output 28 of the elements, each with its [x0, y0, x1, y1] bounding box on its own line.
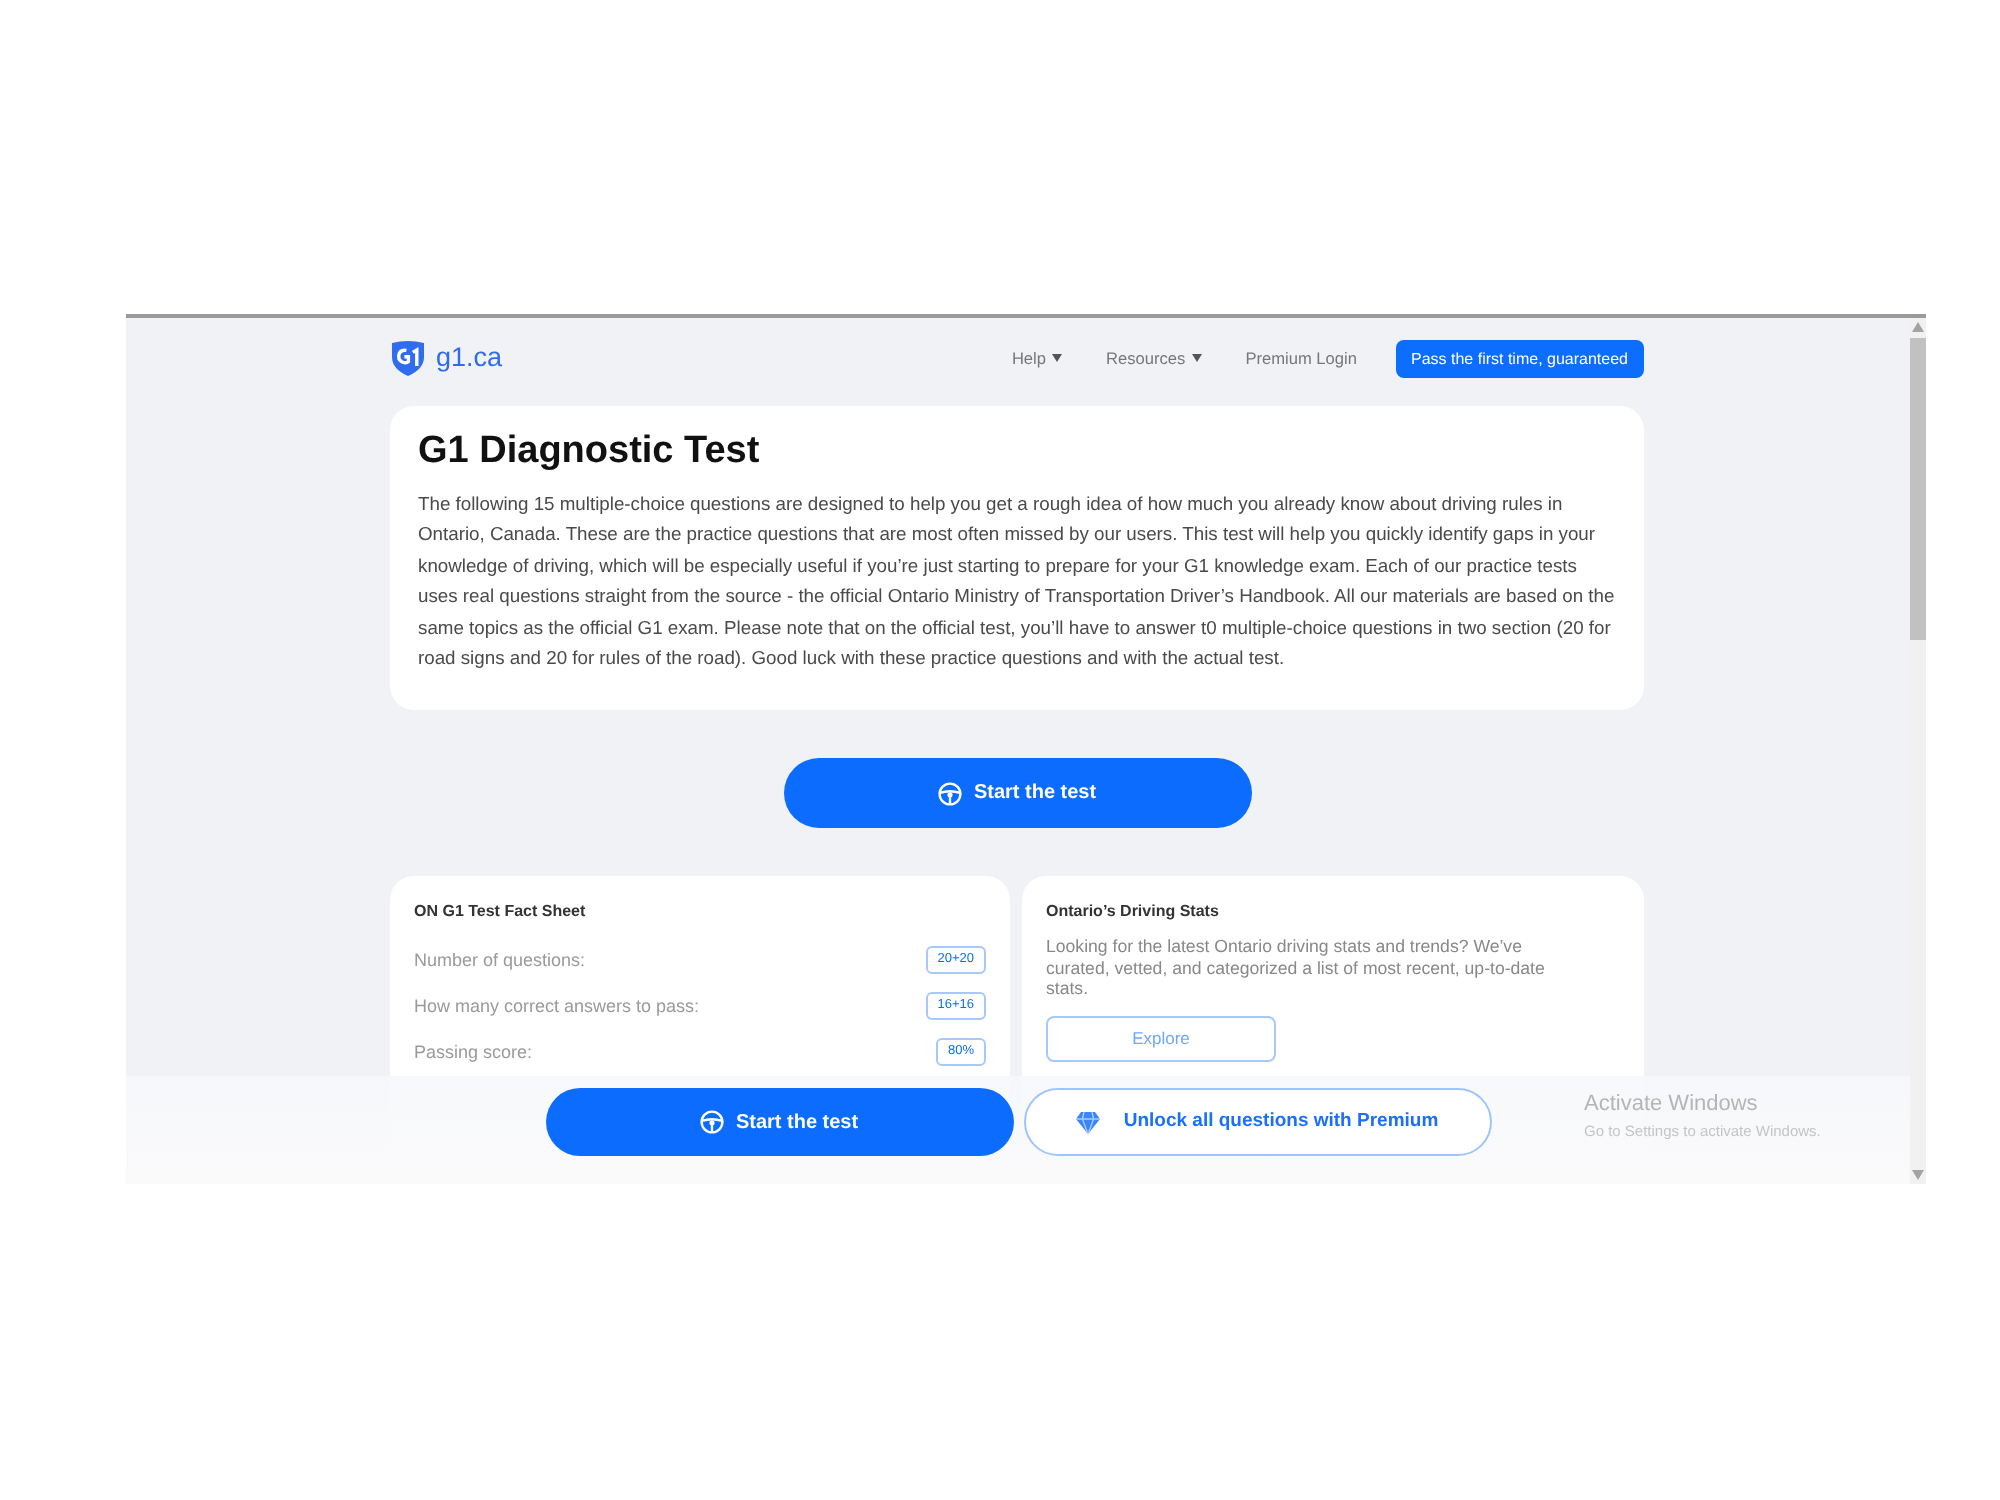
fact-label: Passing score:: [414, 1039, 533, 1064]
caret-down-icon: [1052, 354, 1063, 362]
shield-logo-icon: [390, 340, 426, 376]
scroll-down-icon[interactable]: [1912, 1170, 1924, 1180]
cta-button[interactable]: Pass the first time, guaranteed: [1395, 339, 1644, 377]
intro-paragraph: The following 15 multiple-choice questions are designed to help you get a rough idea of how much you already know about driving rules in Ontario, Canada. These are the practice questions that are most often missed by our users. This test will help you quickly identify gaps in your knowledge of driving, which will be especially useful if you’re just starting to prepare for your G1 knowledge exam. Each of our practice tests uses real questions straight from the source - the official Ontario Ministry of Transportation Driver’s Handbook. All our materials are based on the same topics as the official G1 exam. Please note that on the official test, you’ll have to answer t0 multiple-choice questions in two section (20 for road signs and 20 for rules of the road). Good luck with these practice questions and with the actual test.: [418, 490, 1616, 673]
explore-button[interactable]: Explore: [1046, 1016, 1276, 1063]
logo-link[interactable]: g1.ca: [390, 340, 503, 376]
nav-dropdown-link[interactable]: Help: [1011, 347, 1063, 369]
activation-notice-title: Activate Windows: [1584, 1092, 1760, 1118]
scroll-up-icon[interactable]: [1912, 322, 1924, 332]
caret-down-icon: [1191, 354, 1202, 362]
card-title: ON G1 Test Fact Sheet: [414, 900, 588, 925]
diamond-icon: [1075, 1111, 1100, 1133]
nav-dropdown-link[interactable]: Resources: [1106, 347, 1202, 369]
scrollbar[interactable]: [1910, 318, 1926, 1184]
page-title: G1 Diagnostic Test: [418, 428, 762, 476]
start-test-button[interactable]: Start the test: [783, 758, 1251, 829]
card-title: Ontario’s Driving Stats: [1046, 900, 1221, 925]
steering-wheel-icon: [937, 781, 962, 806]
scrollbar-thumb[interactable]: [1910, 338, 1926, 640]
start-test-button[interactable]: Start the test: [545, 1088, 1013, 1156]
premium-unlock-button[interactable]: Unlock all questions with Premium: [1023, 1088, 1491, 1156]
card-description: Looking for the latest Ontario driving stats and trends? We’ve curated, vetted, and categorized a list of most recent, up-to-date stats.: [1046, 936, 1547, 1000]
fact-label: Number of questions:: [414, 947, 586, 972]
steering-wheel-icon: [699, 1110, 724, 1134]
nav-link[interactable]: Premium Login: [1245, 347, 1357, 369]
fact-label: How many correct answers to pass:: [414, 993, 700, 1018]
